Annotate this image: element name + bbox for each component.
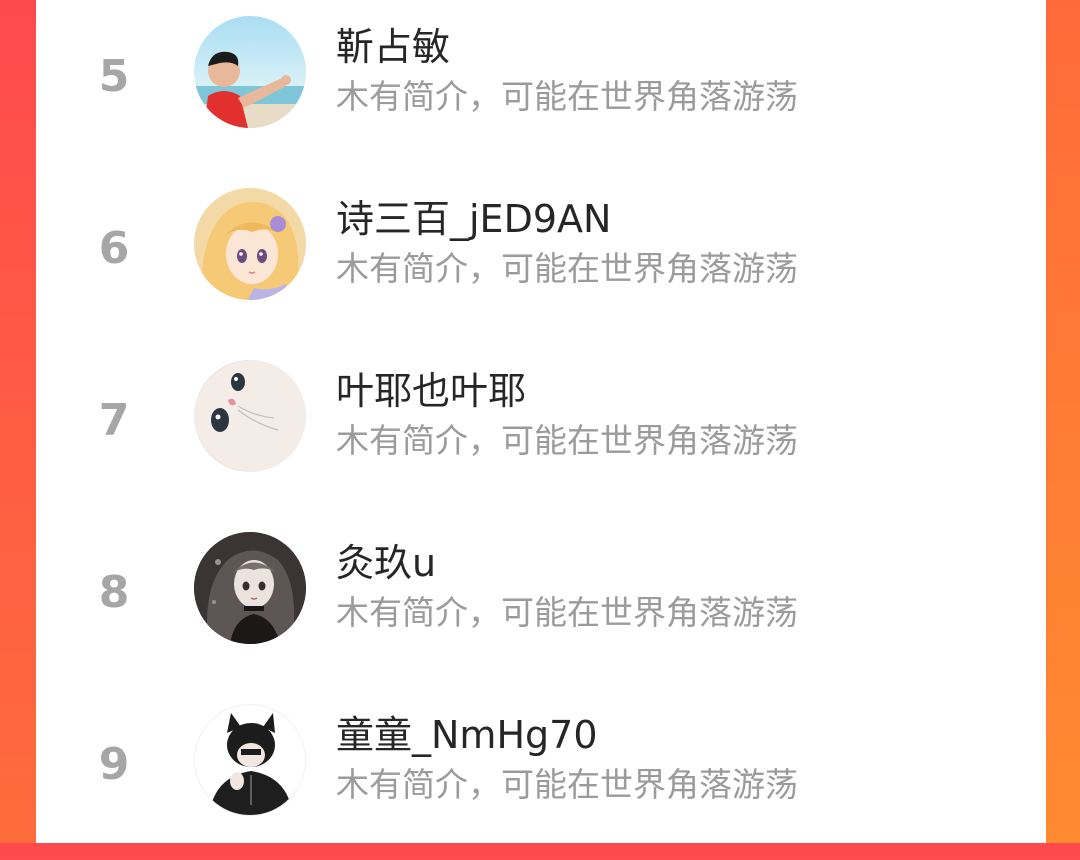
user-name[interactable]: 灸玖u xyxy=(336,544,436,582)
user-name[interactable]: 叶耶也叶耶 xyxy=(336,372,526,410)
user-bio: 木有简介，可能在世界角落游荡 xyxy=(336,765,798,804)
rank-number: 6 xyxy=(98,223,130,274)
user-name[interactable]: 靳占敏 xyxy=(336,28,450,66)
avatar[interactable] xyxy=(194,532,306,644)
avatar[interactable] xyxy=(194,188,306,300)
ranking-list: 5 靳占敏 木有简介，可能在世界角落游荡 6 诗三百_jED9AN 木有简介，可… xyxy=(36,0,1046,843)
user-bio: 木有简介，可能在世界角落游荡 xyxy=(336,77,798,116)
rank-number: 8 xyxy=(98,567,130,618)
rank-number: 7 xyxy=(98,395,130,446)
rank-number: 5 xyxy=(98,51,130,102)
avatar[interactable] xyxy=(194,16,306,128)
avatar[interactable] xyxy=(194,704,306,816)
list-item[interactable]: 6 诗三百_jED9AN 木有简介，可能在世界角落游荡 xyxy=(36,172,1046,344)
avatar-anime-girl-dark-icon xyxy=(194,532,306,644)
list-item[interactable]: 5 靳占敏 木有简介，可能在世界角落游荡 xyxy=(36,0,1046,172)
list-item[interactable]: 8 灸玖u 木有简介，可能在世界角落游荡 xyxy=(36,516,1046,688)
avatar-man-beach-icon xyxy=(194,16,306,128)
rank-number: 9 xyxy=(98,739,130,790)
avatar-white-cat-icon xyxy=(194,360,306,472)
user-bio: 木有简介，可能在世界角落游荡 xyxy=(336,249,798,288)
avatar-anime-girl-blonde-icon xyxy=(194,188,306,300)
user-name[interactable]: 童童_NmHg70 xyxy=(336,716,598,754)
list-item[interactable]: 9 童童_NmHg70 木有简介，可能在世界角落游荡 xyxy=(36,688,1046,860)
list-item[interactable]: 7 叶耶也叶耶 木有简介，可能在世界角落游荡 xyxy=(36,344,1046,516)
user-bio: 木有简介，可能在世界角落游荡 xyxy=(336,421,798,460)
user-name[interactable]: 诗三百_jED9AN xyxy=(336,200,611,238)
user-bio: 木有简介，可能在世界角落游荡 xyxy=(336,593,798,632)
avatar[interactable] xyxy=(194,360,306,472)
right-border xyxy=(1046,0,1080,843)
avatar-cat-ear-boy-icon xyxy=(195,705,305,815)
